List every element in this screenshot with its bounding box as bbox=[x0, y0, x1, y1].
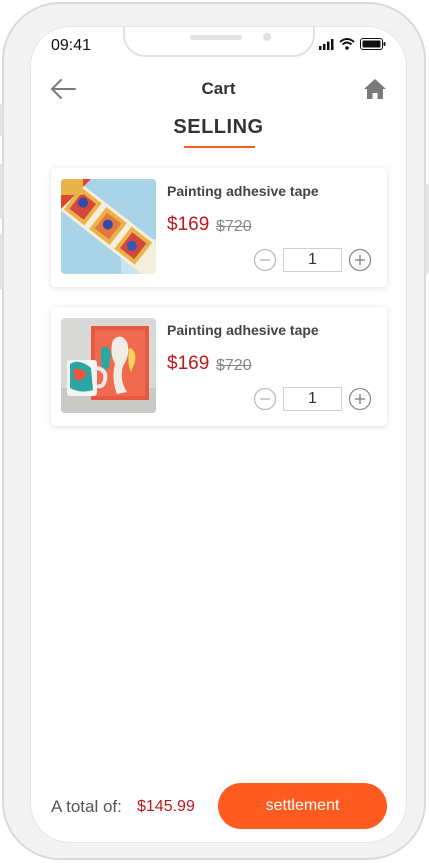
phone-frame: 09:41 Cart SELLING Painting adhesive tap… bbox=[0, 2, 429, 860]
minus-icon[interactable] bbox=[253, 387, 277, 411]
status-icons bbox=[319, 38, 386, 50]
product-name[interactable]: Painting adhesive tape bbox=[167, 183, 319, 199]
product-image[interactable] bbox=[61, 318, 156, 413]
settlement-button[interactable]: settlement bbox=[218, 783, 387, 829]
home-icon[interactable] bbox=[362, 77, 388, 101]
notch bbox=[123, 27, 315, 57]
product-name[interactable]: Painting adhesive tape bbox=[167, 322, 319, 338]
signal-icon bbox=[319, 38, 334, 50]
volume-up-button bbox=[0, 164, 3, 219]
mute-switch bbox=[0, 104, 3, 136]
camera bbox=[263, 33, 271, 41]
minus-icon[interactable] bbox=[253, 248, 277, 272]
quantity-input[interactable] bbox=[283, 248, 342, 272]
volume-down-button bbox=[0, 234, 3, 289]
plus-icon[interactable] bbox=[348, 387, 372, 411]
product-price: $169 bbox=[167, 353, 210, 374]
section-title: SELLING bbox=[173, 116, 264, 138]
product-image[interactable] bbox=[61, 179, 156, 274]
battery-icon bbox=[360, 38, 386, 50]
product-price: $169 bbox=[167, 214, 210, 235]
screen: 09:41 Cart SELLING Painting adhesive tap… bbox=[30, 26, 407, 843]
quantity-stepper bbox=[253, 248, 372, 272]
speaker bbox=[190, 35, 242, 40]
product-original-price: $720 bbox=[216, 218, 252, 235]
wifi-icon bbox=[339, 38, 355, 50]
product-original-price: $720 bbox=[216, 357, 252, 374]
quantity-input[interactable] bbox=[283, 387, 342, 411]
power-button bbox=[425, 184, 429, 274]
tape-roll-image bbox=[61, 179, 156, 274]
total-label: A total of: bbox=[51, 797, 122, 816]
status-time: 09:41 bbox=[51, 37, 92, 54]
page-title: Cart bbox=[201, 79, 236, 98]
section-underline bbox=[184, 146, 255, 148]
cart-item: Painting adhesive tape $169 $720 bbox=[51, 307, 387, 426]
total-value: $145.99 bbox=[137, 798, 195, 815]
mug-and-canvas-image bbox=[61, 318, 156, 413]
plus-icon[interactable] bbox=[348, 248, 372, 272]
quantity-stepper bbox=[253, 387, 372, 411]
cart-item: Painting adhesive tape $169 $720 bbox=[51, 168, 387, 287]
